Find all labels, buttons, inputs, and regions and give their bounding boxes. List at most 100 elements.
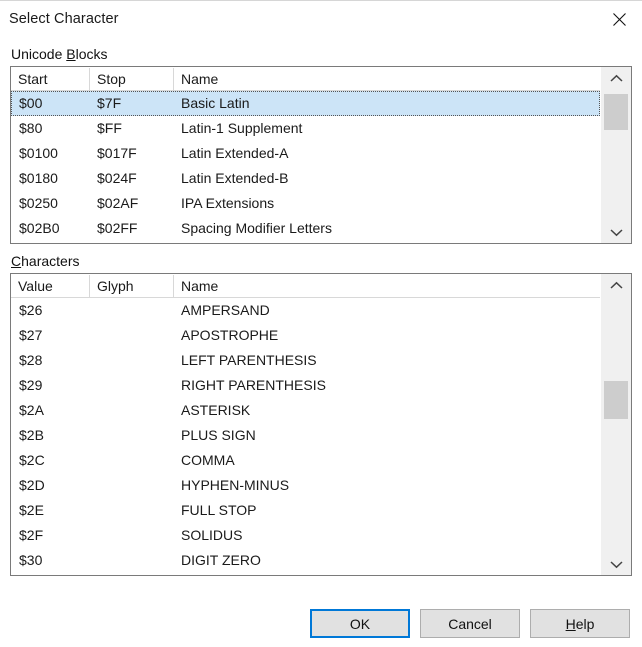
- window-title: Select Character: [9, 11, 119, 27]
- chevron-up-icon: [609, 74, 623, 83]
- table-row[interactable]: $2C COMMA: [11, 448, 600, 473]
- scrollbar-down-button[interactable]: [601, 553, 631, 575]
- cell-start: $00: [19, 95, 43, 111]
- cell-name: Latin-1 Supplement: [181, 120, 303, 136]
- unicode-blocks-listbox[interactable]: Start Stop Name $00 $7F Basic Latin $80 $FF L…: [10, 66, 632, 244]
- cell-value: $2E: [19, 502, 44, 518]
- characters-header: Value Glyph Name: [11, 274, 600, 298]
- table-row[interactable]: $2F SOLIDUS: [11, 523, 600, 548]
- cell-start: $0180: [19, 170, 58, 186]
- cell-name: DIGIT ZERO: [181, 552, 261, 568]
- cell-name: APOSTROPHE: [181, 327, 279, 343]
- cell-name: PLUS SIGN: [181, 427, 256, 443]
- cell-stop: $7F: [97, 95, 122, 111]
- cell-value: $2C: [19, 452, 45, 468]
- unicode-blocks-label: Unicode Blocks: [11, 46, 108, 62]
- cell-name: Basic Latin: [181, 95, 250, 111]
- characters-list-main: Value Glyph Name $26 AMPERSAND $27 APOSTROP…: [11, 274, 600, 575]
- cell-stop: $FF: [97, 120, 122, 136]
- cell-name: Latin Extended-B: [181, 170, 289, 186]
- help-mnemonic: H: [565, 615, 576, 632]
- cell-stop: $02AF: [97, 195, 139, 211]
- dialog-content: Unicode Blocks Start Stop Name $00 $7F Bas…: [0, 37, 642, 600]
- cell-start: $80: [19, 120, 43, 136]
- column-header-charname[interactable]: Name: [173, 274, 600, 297]
- cell-value: $2A: [19, 402, 44, 418]
- cell-value: $28: [19, 352, 43, 368]
- cell-start: $0250: [19, 195, 58, 211]
- title-bar: Select Character: [0, 1, 642, 37]
- cell-name: AMPERSAND: [181, 302, 270, 318]
- unicode-blocks-rows: $00 $7F Basic Latin $80 $FF Latin-1 Supplemen…: [11, 91, 600, 243]
- table-row[interactable]: $30 DIGIT ZERO: [11, 548, 600, 573]
- characters-label: Characters: [11, 253, 79, 269]
- cell-value: $2F: [19, 527, 44, 543]
- scrollbar-thumb[interactable]: [604, 380, 628, 420]
- cell-stop: $017F: [97, 145, 137, 161]
- table-row[interactable]: $02B0 $02FF Spacing Modifier Letters: [11, 216, 600, 241]
- cell-name: FULL STOP: [181, 502, 257, 518]
- scrollbar-up-button[interactable]: [601, 274, 631, 296]
- column-header-glyph[interactable]: Glyph: [89, 274, 173, 297]
- scrollbar-thumb[interactable]: [604, 94, 628, 130]
- scrollbar-up-button[interactable]: [601, 67, 631, 89]
- unicode-blocks-label-pre: Unicode: [11, 46, 67, 62]
- characters-label-post: haracters: [21, 253, 80, 269]
- cell-value: $29: [19, 377, 43, 393]
- table-row[interactable]: $80 $FF Latin-1 Supplement: [11, 116, 600, 141]
- chevron-down-icon: [609, 228, 623, 237]
- table-row[interactable]: $29 RIGHT PARENTHESIS: [11, 373, 600, 398]
- scrollbar-track[interactable]: [601, 296, 631, 553]
- table-row[interactable]: $0100 $017F Latin Extended-A: [11, 141, 600, 166]
- cell-name: LEFT PARENTHESIS: [181, 352, 317, 368]
- ok-button[interactable]: OK: [310, 609, 410, 638]
- table-row[interactable]: $2D HYPHEN-MINUS: [11, 473, 600, 498]
- table-row[interactable]: $00 $7F Basic Latin: [11, 91, 600, 116]
- cell-stop: $024F: [97, 170, 137, 186]
- column-header-value[interactable]: Value: [11, 275, 89, 297]
- table-row[interactable]: $0180 $024F Latin Extended-B: [11, 166, 600, 191]
- unicode-blocks-header: Start Stop Name: [11, 67, 600, 91]
- characters-mnemonic: C: [11, 253, 22, 269]
- column-header-stop[interactable]: Stop: [89, 67, 173, 90]
- cell-value: $27: [19, 327, 43, 343]
- help-label-post: elp: [575, 615, 595, 632]
- dialog-button-bar: OK Cancel Help: [0, 600, 642, 647]
- scrollbar-track[interactable]: [601, 89, 631, 221]
- cell-stop: $02FF: [97, 220, 138, 236]
- table-row[interactable]: $0250 $02AF IPA Extensions: [11, 191, 600, 216]
- table-row[interactable]: $27 APOSTROPHE: [11, 323, 600, 348]
- table-row[interactable]: $2B PLUS SIGN: [11, 423, 600, 448]
- cell-start: $0100: [19, 145, 58, 161]
- cell-name: Latin Extended-A: [181, 145, 289, 161]
- scrollbar-down-button[interactable]: [601, 221, 631, 243]
- unicode-blocks-label-post: locks: [75, 46, 108, 62]
- cell-value: $26: [19, 302, 43, 318]
- cell-name: IPA Extensions: [181, 195, 275, 211]
- table-row[interactable]: $26 AMPERSAND: [11, 298, 600, 323]
- select-character-dialog: Select Character Unicode Blocks Start St…: [0, 0, 642, 647]
- column-header-start[interactable]: Start: [11, 68, 89, 90]
- cell-start: $02B0: [19, 220, 60, 236]
- cell-name: COMMA: [181, 452, 235, 468]
- unicode-blocks-list-main: Start Stop Name $00 $7F Basic Latin $80 $FF L…: [11, 67, 600, 243]
- close-button[interactable]: [596, 1, 642, 37]
- cell-name: RIGHT PARENTHESIS: [181, 377, 326, 393]
- cell-name: Spacing Modifier Letters: [181, 220, 332, 236]
- cell-name: ASTERISK: [181, 402, 251, 418]
- cell-value: $2D: [19, 477, 45, 493]
- table-row[interactable]: $2A ASTERISK: [11, 398, 600, 423]
- cell-name: HYPHEN-MINUS: [181, 477, 290, 493]
- table-row[interactable]: $2E FULL STOP: [11, 498, 600, 523]
- cancel-button[interactable]: Cancel: [420, 609, 520, 638]
- table-row[interactable]: $28 LEFT PARENTHESIS: [11, 348, 600, 373]
- characters-listbox[interactable]: Value Glyph Name $26 AMPERSAND $27 APOSTROP…: [10, 273, 632, 576]
- help-button[interactable]: Help: [530, 609, 630, 638]
- unicode-blocks-mnemonic: B: [66, 46, 76, 62]
- characters-scrollbar[interactable]: [600, 274, 631, 575]
- characters-rows: $26 AMPERSAND $27 APOSTROPHE $28 LEFT PARENTH…: [11, 298, 600, 575]
- chevron-down-icon: [609, 560, 623, 569]
- cell-value: $2B: [19, 427, 44, 443]
- unicode-blocks-scrollbar[interactable]: [600, 67, 631, 243]
- column-header-name[interactable]: Name: [173, 67, 600, 90]
